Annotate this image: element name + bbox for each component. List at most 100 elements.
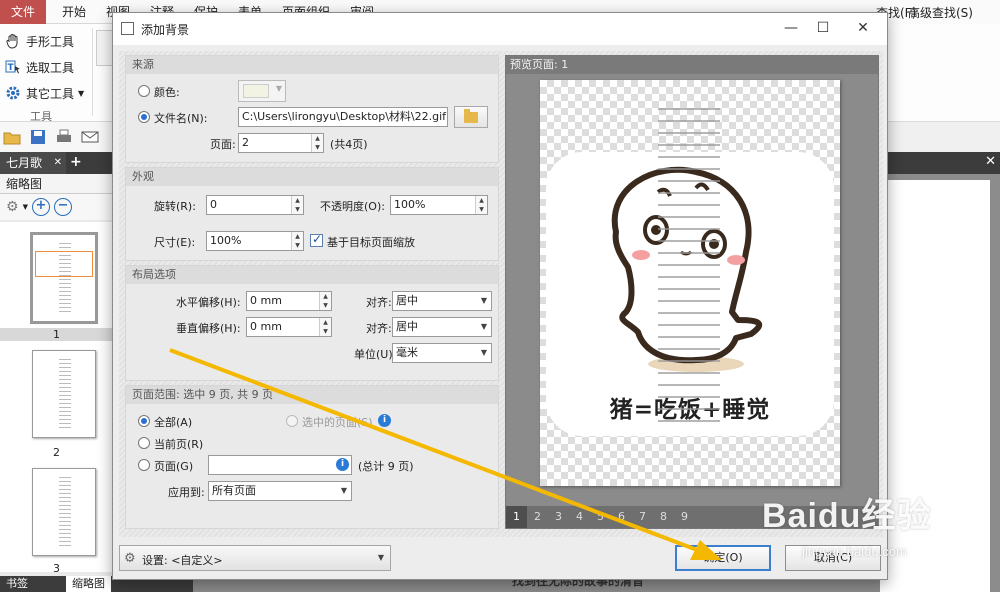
other-tools-label: 其它工具 [26, 86, 75, 101]
spinner-arrows-icon[interactable]: ▲ ▼ [311, 134, 323, 152]
size-spinner[interactable]: 100% ▲ ▼ [206, 231, 304, 251]
all-pages-label: 全部(A) [154, 416, 193, 429]
apply-to-select[interactable]: 所有页面 ▼ [208, 481, 352, 501]
quick-access-toolbar [0, 122, 115, 152]
pages-input[interactable] [208, 455, 352, 475]
v-offset-value: 0 mm [250, 320, 282, 333]
minimize-icon[interactable]: — [777, 17, 805, 39]
color-swatch [243, 84, 269, 98]
section-header: 来源 [126, 56, 498, 74]
print-icon[interactable] [54, 127, 74, 147]
gear-icon: ⚙ [124, 551, 136, 566]
hand-tool-button[interactable]: 手形工具 [4, 30, 74, 52]
unit-select[interactable]: 毫米 ▼ [392, 343, 492, 363]
select-tool-label: 选取工具 [26, 60, 75, 75]
current-page-label: 当前页(R) [154, 438, 204, 451]
all-pages-radio[interactable] [138, 415, 150, 427]
new-tab-plus-icon[interactable]: + [70, 154, 84, 172]
maximize-icon[interactable]: ☐ [809, 17, 837, 39]
filename-radio[interactable] [138, 111, 150, 123]
tab-file[interactable]: 文件 [0, 0, 46, 24]
pages-total: (总计 9 页) [358, 460, 414, 473]
preview-page-button[interactable]: 1 [506, 506, 527, 528]
spinner-arrows-icon[interactable]: ▲ ▼ [319, 292, 331, 310]
settings-dropdown[interactable]: ⚙ 设置: <自定义> ▼ [119, 545, 391, 571]
color-radio[interactable] [138, 85, 150, 97]
settings-value: 设置: <自定义> [142, 554, 223, 567]
chevron-down-icon: ▼ [275, 84, 282, 93]
other-tools-button[interactable]: 其它工具 ▼ [4, 82, 84, 104]
select-tool-button[interactable]: T 选取工具 [4, 56, 74, 78]
unit-value: 毫米 [396, 346, 418, 359]
tab-bookmarks[interactable]: 书签 [0, 576, 34, 592]
ok-button[interactable]: 确定(O) [675, 545, 771, 571]
spinner-arrows-icon[interactable]: ▲ ▼ [291, 196, 303, 214]
page-spinner[interactable]: 2 ▲ ▼ [238, 133, 324, 153]
rotate-value: 0 [210, 198, 217, 211]
spinner-arrows-icon[interactable]: ▲ ▼ [291, 232, 303, 250]
preview-page-button[interactable]: 7 [632, 506, 653, 528]
size-label: 尺寸(E): [154, 236, 196, 249]
thumbnail-label: 3 [53, 562, 60, 575]
close-icon[interactable]: ✕ [849, 17, 877, 39]
svg-text:T: T [8, 63, 15, 73]
zoom-in-icon[interactable]: + [31, 198, 50, 216]
preview-page-button[interactable]: 6 [611, 506, 632, 528]
h-align-label: 对齐: [366, 296, 392, 309]
close-icon[interactable]: ✕ [54, 152, 62, 174]
thumbnail-page[interactable] [30, 232, 98, 324]
color-label: 颜色: [154, 86, 180, 99]
preview-page: 猪=吃饭+睡觉 [540, 80, 840, 486]
open-folder-icon[interactable] [2, 127, 22, 147]
opacity-spinner[interactable]: 100% ▲ ▼ [390, 195, 488, 215]
advanced-find-button[interactable]: 高级查找(S) [908, 4, 973, 21]
rotate-spinner[interactable]: 0 ▲ ▼ [206, 195, 304, 215]
browse-button[interactable] [454, 106, 488, 128]
filename-input[interactable]: C:\Users\lirongyu\Desktop\材料\22.gif [238, 107, 448, 127]
email-icon[interactable] [80, 127, 100, 147]
tab-thumbnails[interactable]: 缩略图 [66, 576, 111, 592]
preview-page-button[interactable]: 3 [548, 506, 569, 528]
preview-page-button[interactable]: 4 [569, 506, 590, 528]
gear-icon[interactable]: ⚙ [6, 199, 19, 215]
zoom-out-icon[interactable]: − [53, 198, 72, 216]
chevron-down-icon: ▼ [480, 296, 488, 305]
scale-checkbox[interactable] [310, 232, 323, 247]
document-tab[interactable]: 七月歌 ✕ [0, 152, 66, 174]
preview-header: 预览页面: 1 [506, 56, 878, 74]
h-align-select[interactable]: 居中 ▼ [392, 291, 492, 311]
panel-title: 缩略图 [0, 174, 112, 194]
selected-pages-radio[interactable] [286, 415, 298, 427]
spinner-arrows-icon[interactable]: ▲ ▼ [475, 196, 487, 214]
current-page-radio[interactable] [138, 437, 150, 449]
save-icon[interactable] [28, 127, 48, 147]
info-icon[interactable]: i [378, 414, 391, 427]
v-align-select[interactable]: 居中 ▼ [392, 317, 492, 337]
color-picker-button[interactable]: ▼ [238, 80, 286, 102]
document-tab-label: 七月歌 [6, 156, 43, 170]
pages-radio[interactable] [138, 459, 150, 471]
page-range-section: 页面范围: 选中 9 页, 共 9 页 全部(A) 选中的页面(S) i 当前页… [125, 385, 499, 529]
h-offset-spinner[interactable]: 0 mm ▲ ▼ [246, 291, 332, 311]
opacity-value: 100% [394, 198, 426, 211]
watermark: Baidu经验 jingyan.baidu.com [762, 488, 931, 559]
preview-page-button[interactable]: 5 [590, 506, 611, 528]
spinner-arrows-icon[interactable]: ▲ ▼ [319, 318, 331, 336]
chevron-down-icon[interactable]: ▼ [23, 203, 28, 211]
preview-page-button[interactable]: 9 [674, 506, 695, 528]
preview-page-button[interactable]: 2 [527, 506, 548, 528]
tab-home[interactable]: 开始 [52, 0, 96, 24]
thumbnail-page[interactable] [32, 350, 96, 438]
preview-page-button[interactable]: 8 [653, 506, 674, 528]
source-section: 来源 颜色: ▼ 文件名(N): C:\Users\lirongyu\Deskt… [125, 55, 499, 163]
section-header: 外观 [126, 168, 498, 186]
close-document-icon[interactable]: ✕ [985, 154, 996, 169]
viewport-indicator[interactable] [35, 251, 93, 277]
info-icon[interactable]: i [336, 458, 349, 471]
page-text-lines [658, 108, 720, 432]
thumbnail-page[interactable] [32, 468, 96, 556]
v-offset-spinner[interactable]: 0 mm ▲ ▼ [246, 317, 332, 337]
pages-label: 页面(G) [154, 460, 194, 473]
page-total: (共4页) [330, 138, 368, 151]
thumbnail-label: 2 [53, 446, 60, 459]
